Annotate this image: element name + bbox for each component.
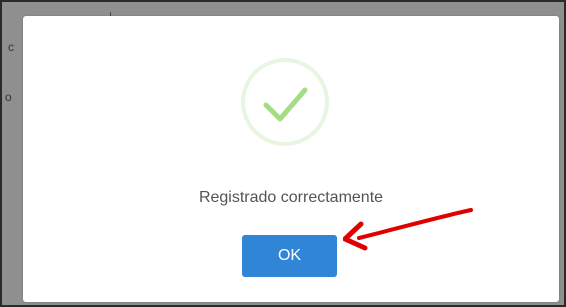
- ok-button[interactable]: OK: [242, 235, 337, 277]
- red-arrow-icon: [343, 208, 473, 251]
- success-dialog: Registrado correctamente OK: [23, 16, 559, 302]
- checkmark-icon: [241, 58, 329, 146]
- background-text-fragment: c: [8, 40, 14, 54]
- background-text-fragment: o: [5, 90, 12, 104]
- success-message: Registrado correctamente: [198, 189, 384, 206]
- screenshot-frame: c o Registrado correctamente OK: [0, 0, 566, 307]
